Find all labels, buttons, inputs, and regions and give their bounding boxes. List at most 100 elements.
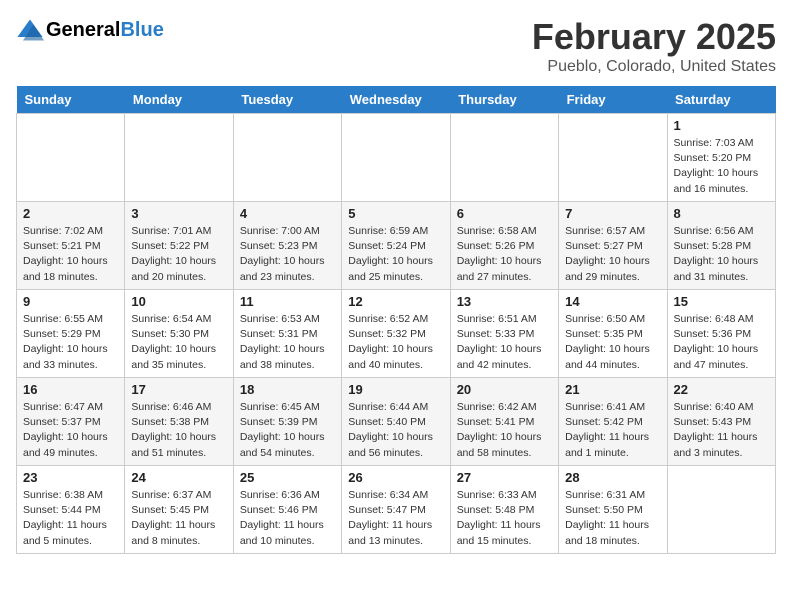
day-number: 28 xyxy=(565,470,660,485)
day-number: 15 xyxy=(674,294,769,309)
day-of-week-header: Thursday xyxy=(450,86,558,114)
day-header-row: SundayMondayTuesdayWednesdayThursdayFrid… xyxy=(17,86,776,114)
day-info: Sunrise: 7:01 AMSunset: 5:22 PMDaylight:… xyxy=(131,224,226,285)
calendar-cell: 24Sunrise: 6:37 AMSunset: 5:45 PMDayligh… xyxy=(125,466,233,554)
day-info: Sunrise: 6:42 AMSunset: 5:41 PMDaylight:… xyxy=(457,400,552,461)
day-number: 5 xyxy=(348,206,443,221)
calendar-cell xyxy=(125,114,233,202)
day-info: Sunrise: 6:40 AMSunset: 5:43 PMDaylight:… xyxy=(674,400,769,461)
calendar-week-row: 23 Sunrise: 6:38 AMSunset: 5:44 PMDayligh… xyxy=(17,466,776,554)
calendar-cell: 27 Sunrise: 6:33 AMSunset: 5:48 PMDayligh… xyxy=(450,466,558,554)
day-number: 19 xyxy=(348,382,443,397)
calendar-cell xyxy=(342,114,450,202)
calendar-cell: 12 Sunrise: 6:52 AMSunset: 5:32 PMDayligh… xyxy=(342,290,450,378)
calendar-cell xyxy=(17,114,125,202)
day-info: Sunrise: 6:51 AMSunset: 5:33 PMDaylight:… xyxy=(457,312,552,373)
day-number: 21 xyxy=(565,382,660,397)
day-number: 10 xyxy=(131,294,226,309)
calendar-cell: 4Sunrise: 7:00 AMSunset: 5:23 PMDaylight… xyxy=(233,202,341,290)
day-number: 20 xyxy=(457,382,552,397)
day-number: 16 xyxy=(23,382,118,397)
calendar-cell: 22 Sunrise: 6:40 AMSunset: 5:43 PMDayligh… xyxy=(667,378,775,466)
day-of-week-header: Wednesday xyxy=(342,86,450,114)
day-number: 11 xyxy=(240,294,335,309)
day-number: 1 xyxy=(674,118,769,133)
day-of-week-header: Tuesday xyxy=(233,86,341,114)
calendar-cell: 28 Sunrise: 6:31 AMSunset: 5:50 PMDayligh… xyxy=(559,466,667,554)
day-info: Sunrise: 6:56 AMSunset: 5:28 PMDaylight:… xyxy=(674,224,769,285)
title-block: February 2025 Pueblo, Colorado, United S… xyxy=(532,16,776,76)
calendar-cell: 14 Sunrise: 6:50 AMSunset: 5:35 PMDayligh… xyxy=(559,290,667,378)
day-info: Sunrise: 6:59 AMSunset: 5:24 PMDaylight:… xyxy=(348,224,443,285)
day-number: 23 xyxy=(23,470,118,485)
calendar-cell: 20 Sunrise: 6:42 AMSunset: 5:41 PMDayligh… xyxy=(450,378,558,466)
day-info: Sunrise: 7:02 AMSunset: 5:21 PMDaylight:… xyxy=(23,224,118,285)
day-number: 9 xyxy=(23,294,118,309)
day-number: 3 xyxy=(131,206,226,221)
day-of-week-header: Saturday xyxy=(667,86,775,114)
calendar-cell xyxy=(667,466,775,554)
calendar-cell: 16 Sunrise: 6:47 AMSunset: 5:37 PMDayligh… xyxy=(17,378,125,466)
calendar-week-row: 1 Sunrise: 7:03 AMSunset: 5:20 PMDaylight… xyxy=(17,114,776,202)
day-info: Sunrise: 6:46 AMSunset: 5:38 PMDaylight:… xyxy=(131,400,226,461)
calendar-cell: 26 Sunrise: 6:34 AMSunset: 5:47 PMDayligh… xyxy=(342,466,450,554)
calendar-week-row: 9 Sunrise: 6:55 AMSunset: 5:29 PMDaylight… xyxy=(17,290,776,378)
day-number: 27 xyxy=(457,470,552,485)
day-of-week-header: Monday xyxy=(125,86,233,114)
day-info: Sunrise: 6:58 AMSunset: 5:26 PMDaylight:… xyxy=(457,224,552,285)
logo-icon xyxy=(16,16,44,44)
calendar-cell: 23 Sunrise: 6:38 AMSunset: 5:44 PMDayligh… xyxy=(17,466,125,554)
day-number: 14 xyxy=(565,294,660,309)
day-number: 4 xyxy=(240,206,335,221)
calendar-cell xyxy=(559,114,667,202)
day-info: Sunrise: 6:55 AMSunset: 5:29 PMDaylight:… xyxy=(23,312,118,373)
day-number: 8 xyxy=(674,206,769,221)
logo: GeneralBlue xyxy=(16,16,164,44)
day-number: 2 xyxy=(23,206,118,221)
calendar-cell: 5 Sunrise: 6:59 AMSunset: 5:24 PMDaylight… xyxy=(342,202,450,290)
calendar-week-row: 16 Sunrise: 6:47 AMSunset: 5:37 PMDayligh… xyxy=(17,378,776,466)
calendar-cell: 10 Sunrise: 6:54 AMSunset: 5:30 PMDayligh… xyxy=(125,290,233,378)
day-info: Sunrise: 7:03 AMSunset: 5:20 PMDaylight:… xyxy=(674,136,769,197)
calendar-cell: 2 Sunrise: 7:02 AMSunset: 5:21 PMDaylight… xyxy=(17,202,125,290)
calendar-cell: 1 Sunrise: 7:03 AMSunset: 5:20 PMDaylight… xyxy=(667,114,775,202)
calendar-cell: 18Sunrise: 6:45 AMSunset: 5:39 PMDayligh… xyxy=(233,378,341,466)
calendar-week-row: 2 Sunrise: 7:02 AMSunset: 5:21 PMDaylight… xyxy=(17,202,776,290)
day-info: Sunrise: 6:38 AMSunset: 5:44 PMDaylight:… xyxy=(23,488,118,549)
calendar-cell: 7Sunrise: 6:57 AMSunset: 5:27 PMDaylight… xyxy=(559,202,667,290)
calendar-cell xyxy=(450,114,558,202)
calendar-table: SundayMondayTuesdayWednesdayThursdayFrid… xyxy=(16,86,776,554)
day-number: 26 xyxy=(348,470,443,485)
day-info: Sunrise: 6:50 AMSunset: 5:35 PMDaylight:… xyxy=(565,312,660,373)
day-number: 24 xyxy=(131,470,226,485)
day-info: Sunrise: 6:34 AMSunset: 5:47 PMDaylight:… xyxy=(348,488,443,549)
day-number: 7 xyxy=(565,206,660,221)
day-number: 13 xyxy=(457,294,552,309)
calendar-cell: 6 Sunrise: 6:58 AMSunset: 5:26 PMDaylight… xyxy=(450,202,558,290)
location: Pueblo, Colorado, United States xyxy=(532,58,776,76)
calendar-cell: 8 Sunrise: 6:56 AMSunset: 5:28 PMDaylight… xyxy=(667,202,775,290)
day-info: Sunrise: 6:52 AMSunset: 5:32 PMDaylight:… xyxy=(348,312,443,373)
day-info: Sunrise: 6:48 AMSunset: 5:36 PMDaylight:… xyxy=(674,312,769,373)
calendar-cell: 13 Sunrise: 6:51 AMSunset: 5:33 PMDayligh… xyxy=(450,290,558,378)
calendar-cell: 21 Sunrise: 6:41 AMSunset: 5:42 PMDayligh… xyxy=(559,378,667,466)
day-info: Sunrise: 6:44 AMSunset: 5:40 PMDaylight:… xyxy=(348,400,443,461)
day-info: Sunrise: 6:53 AMSunset: 5:31 PMDaylight:… xyxy=(240,312,335,373)
day-info: Sunrise: 6:33 AMSunset: 5:48 PMDaylight:… xyxy=(457,488,552,549)
day-number: 25 xyxy=(240,470,335,485)
calendar-cell: 3 Sunrise: 7:01 AMSunset: 5:22 PMDaylight… xyxy=(125,202,233,290)
calendar-cell xyxy=(233,114,341,202)
day-info: Sunrise: 6:54 AMSunset: 5:30 PMDaylight:… xyxy=(131,312,226,373)
day-number: 17 xyxy=(131,382,226,397)
logo-text: GeneralBlue xyxy=(46,19,164,41)
day-info: Sunrise: 6:41 AMSunset: 5:42 PMDaylight:… xyxy=(565,400,660,461)
day-number: 22 xyxy=(674,382,769,397)
day-info: Sunrise: 6:47 AMSunset: 5:37 PMDaylight:… xyxy=(23,400,118,461)
day-number: 6 xyxy=(457,206,552,221)
calendar-cell: 9 Sunrise: 6:55 AMSunset: 5:29 PMDaylight… xyxy=(17,290,125,378)
day-info: Sunrise: 6:31 AMSunset: 5:50 PMDaylight:… xyxy=(565,488,660,549)
day-number: 12 xyxy=(348,294,443,309)
day-of-week-header: Friday xyxy=(559,86,667,114)
day-number: 18 xyxy=(240,382,335,397)
month-title: February 2025 xyxy=(532,16,776,58)
